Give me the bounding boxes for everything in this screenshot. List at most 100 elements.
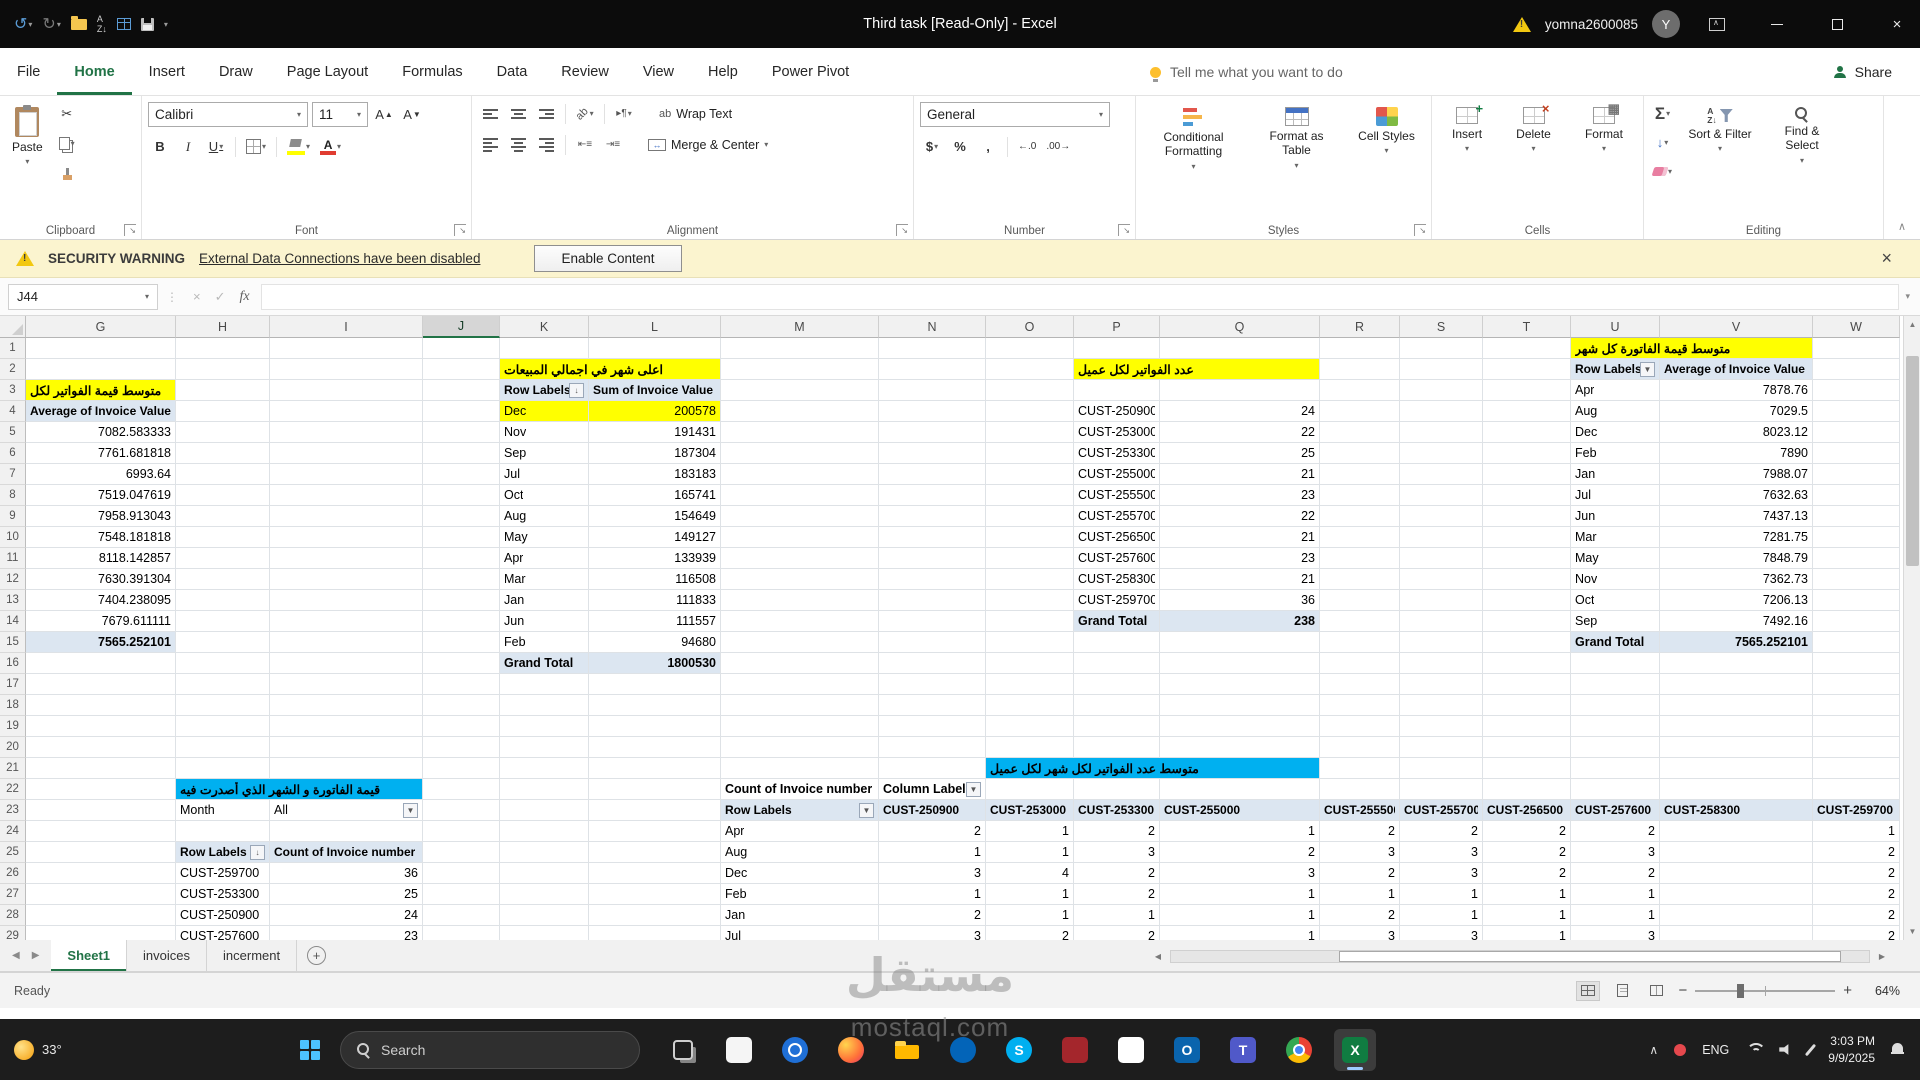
tab-file[interactable]: File bbox=[0, 48, 57, 95]
cell-W26[interactable]: 2 bbox=[1813, 863, 1900, 884]
cell-P15[interactable] bbox=[1074, 632, 1160, 653]
cell-Q17[interactable] bbox=[1160, 674, 1320, 695]
cell-S15[interactable] bbox=[1400, 632, 1483, 653]
cell-H7[interactable] bbox=[176, 464, 270, 485]
cell-Q5[interactable]: 22 bbox=[1160, 422, 1320, 443]
cell-G16[interactable] bbox=[26, 653, 176, 674]
cell-K23[interactable] bbox=[500, 800, 589, 821]
cell-U24[interactable]: 2 bbox=[1571, 821, 1660, 842]
decrease-decimal-button[interactable]: .00→ bbox=[1043, 135, 1073, 158]
cell-V5[interactable]: 8023.12 bbox=[1660, 422, 1813, 443]
sort-filter-button[interactable]: A Z↓ Sort & Filter ▾ bbox=[1681, 102, 1759, 217]
cell-G23[interactable] bbox=[26, 800, 176, 821]
cell-L17[interactable] bbox=[589, 674, 721, 695]
row-header-15[interactable]: 15 bbox=[0, 632, 26, 653]
cell-V8[interactable]: 7632.63 bbox=[1660, 485, 1813, 506]
name-box[interactable]: J44 ▾ bbox=[8, 283, 158, 310]
cell-N19[interactable] bbox=[879, 716, 986, 737]
cell-W28[interactable]: 2 bbox=[1813, 905, 1900, 926]
cell-H11[interactable] bbox=[176, 548, 270, 569]
cell-G12[interactable]: 7630.391304 bbox=[26, 569, 176, 590]
cell-R12[interactable] bbox=[1320, 569, 1400, 590]
cell-S16[interactable] bbox=[1400, 653, 1483, 674]
filter-dropdown-icon[interactable]: ▼ bbox=[1640, 361, 1655, 377]
cell-J15[interactable] bbox=[423, 632, 500, 653]
cell-T12[interactable] bbox=[1483, 569, 1571, 590]
cell-S14[interactable] bbox=[1400, 611, 1483, 632]
cell-J27[interactable] bbox=[423, 884, 500, 905]
row-header-12[interactable]: 12 bbox=[0, 569, 26, 590]
show-hidden-icons-icon[interactable]: ∧ bbox=[1649, 1043, 1658, 1057]
cell-M12[interactable] bbox=[721, 569, 879, 590]
cell-R5[interactable] bbox=[1320, 422, 1400, 443]
sort-button[interactable]: A Z↓ bbox=[97, 14, 107, 34]
cell-P29[interactable]: 2 bbox=[1074, 926, 1160, 940]
cell-G27[interactable] bbox=[26, 884, 176, 905]
cell-S23[interactable]: CUST-255700 bbox=[1400, 800, 1483, 821]
cell-J4[interactable] bbox=[423, 401, 500, 422]
tab-help[interactable]: Help bbox=[691, 48, 755, 95]
accounting-format-button[interactable]: $ ▾ bbox=[920, 135, 944, 158]
cell-I18[interactable] bbox=[270, 695, 423, 716]
cell-N9[interactable] bbox=[879, 506, 986, 527]
cell-N11[interactable] bbox=[879, 548, 986, 569]
cell-O16[interactable] bbox=[986, 653, 1074, 674]
cell-Q7[interactable]: 21 bbox=[1160, 464, 1320, 485]
cell-K25[interactable] bbox=[500, 842, 589, 863]
cell-O22[interactable] bbox=[986, 779, 1074, 800]
cell-O1[interactable] bbox=[986, 338, 1074, 359]
format-cells-button[interactable]: ▦ Format ▾ bbox=[1579, 101, 1629, 217]
column-header-M[interactable]: M bbox=[721, 316, 879, 338]
cell-N25[interactable]: 1 bbox=[879, 842, 986, 863]
ribbon-display-options-button[interactable] bbox=[1694, 0, 1740, 48]
cell-P27[interactable]: 2 bbox=[1074, 884, 1160, 905]
cell-Q4[interactable]: 24 bbox=[1160, 401, 1320, 422]
cell-S18[interactable] bbox=[1400, 695, 1483, 716]
cell-G9[interactable]: 7958.913043 bbox=[26, 506, 176, 527]
cell-I21[interactable] bbox=[270, 758, 423, 779]
cell-R8[interactable] bbox=[1320, 485, 1400, 506]
column-header-S[interactable]: S bbox=[1400, 316, 1483, 338]
cell-N6[interactable] bbox=[879, 443, 986, 464]
cell-O18[interactable] bbox=[986, 695, 1074, 716]
cell-Q12[interactable]: 21 bbox=[1160, 569, 1320, 590]
cell-P3[interactable] bbox=[1074, 380, 1160, 401]
row-header-20[interactable]: 20 bbox=[0, 737, 26, 758]
cell-V20[interactable] bbox=[1660, 737, 1813, 758]
cell-Q22[interactable] bbox=[1160, 779, 1320, 800]
cell-V15[interactable]: 7565.252101 bbox=[1660, 632, 1813, 653]
cell-R23[interactable]: CUST-255500 bbox=[1320, 800, 1400, 821]
cell-T11[interactable] bbox=[1483, 548, 1571, 569]
cell-H2[interactable] bbox=[176, 359, 270, 380]
cell-H29[interactable]: CUST-257600 bbox=[176, 926, 270, 940]
cell-O13[interactable] bbox=[986, 590, 1074, 611]
cell-R26[interactable]: 2 bbox=[1320, 863, 1400, 884]
cell-K3[interactable]: Row Labels ↓ bbox=[500, 380, 589, 401]
cell-N8[interactable] bbox=[879, 485, 986, 506]
cell-H24[interactable] bbox=[176, 821, 270, 842]
cell-P19[interactable] bbox=[1074, 716, 1160, 737]
cell-M9[interactable] bbox=[721, 506, 879, 527]
cell-O12[interactable] bbox=[986, 569, 1074, 590]
cell-V22[interactable] bbox=[1660, 779, 1813, 800]
open-button[interactable] bbox=[70, 15, 87, 30]
cell-I28[interactable]: 24 bbox=[270, 905, 423, 926]
cell-R28[interactable]: 2 bbox=[1320, 905, 1400, 926]
horizontal-scroll-thumb[interactable] bbox=[1338, 950, 1842, 962]
cell-N14[interactable] bbox=[879, 611, 986, 632]
cell-O11[interactable] bbox=[986, 548, 1074, 569]
cell-W25[interactable]: 2 bbox=[1813, 842, 1900, 863]
cell-L28[interactable] bbox=[589, 905, 721, 926]
row-header-8[interactable]: 8 bbox=[0, 485, 26, 506]
cell-U20[interactable] bbox=[1571, 737, 1660, 758]
cell-W5[interactable] bbox=[1813, 422, 1900, 443]
cell-O23[interactable]: CUST-253000 bbox=[986, 800, 1074, 821]
row-header-1[interactable]: 1 bbox=[0, 338, 26, 359]
cell-H25[interactable]: Row Labels ↓ bbox=[176, 842, 270, 863]
taskbar-store-icon[interactable] bbox=[1054, 1029, 1096, 1071]
cell-J26[interactable] bbox=[423, 863, 500, 884]
taskbar-outlook-icon[interactable]: O bbox=[1166, 1029, 1208, 1071]
cell-N27[interactable]: 1 bbox=[879, 884, 986, 905]
cell-O27[interactable]: 1 bbox=[986, 884, 1074, 905]
cell-L21[interactable] bbox=[589, 758, 721, 779]
